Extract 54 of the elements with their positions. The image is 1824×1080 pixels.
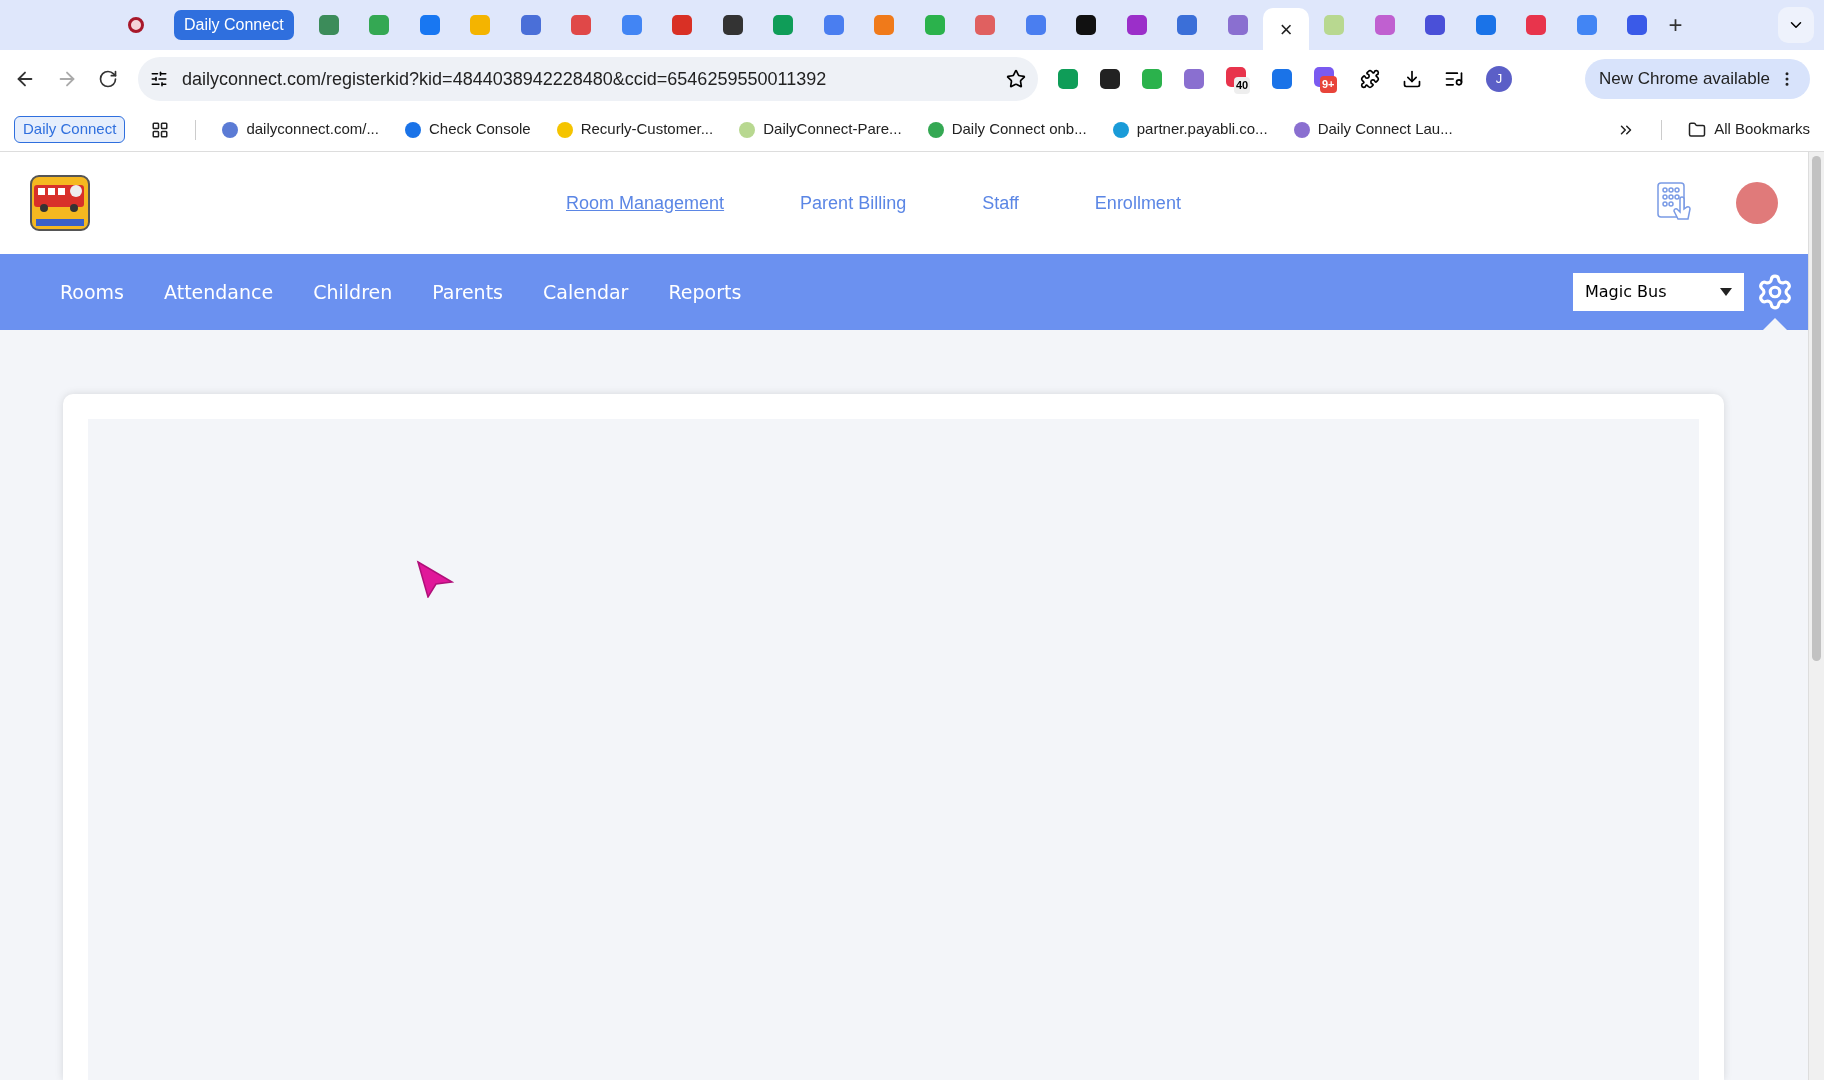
pointer-triangle-icon: [1763, 318, 1787, 330]
scrollbar[interactable]: [1808, 152, 1824, 1080]
bookmark-label: DailyConnect-Pare...: [763, 119, 902, 140]
recording-icon: [128, 17, 144, 33]
extension-badge: 9+: [1320, 76, 1337, 93]
bookmark-item[interactable]: Daily Connect onb...: [927, 118, 1087, 141]
bookmark-item[interactable]: dailyconnect.com/...: [222, 118, 379, 141]
folder-icon: [1688, 120, 1707, 139]
tab-group-label[interactable]: Daily Connect: [174, 10, 294, 40]
site-settings-icon[interactable]: [150, 70, 168, 88]
extension-icon: [1272, 69, 1292, 89]
bookmark-item[interactable]: Recurly-Customer...: [556, 118, 714, 141]
bookmark-label: dailyconnect.com/...: [246, 119, 379, 140]
extensions-puzzle-icon[interactable]: [1360, 69, 1380, 89]
header-link[interactable]: Room Management: [566, 189, 725, 217]
dropdown-caret-icon: [1720, 288, 1732, 296]
download-icon[interactable]: [1402, 69, 1422, 89]
bookmark-label: Daily Connect Lau...: [1317, 119, 1453, 140]
extension-badge: 40: [1234, 77, 1251, 94]
bookmark-star-icon[interactable]: [1006, 69, 1026, 89]
profile-avatar[interactable]: J: [1486, 66, 1512, 92]
center-select[interactable]: Magic Bus: [1573, 273, 1744, 311]
apps-icon[interactable]: [151, 120, 170, 139]
bookmark-label: Check Console: [428, 119, 531, 140]
extension-icon: [1184, 69, 1204, 89]
update-chrome-button[interactable]: New Chrome available: [1584, 59, 1810, 99]
extension-icon: [1142, 69, 1162, 89]
address-bar[interactable]: dailyconnect.com/registerkid?kid=4844038942228480&ccid=6546259550011392: [138, 57, 1038, 101]
url-text: dailyconnect.com/registerkid?kid=4844038942228480&ccid=6546259550011392: [182, 67, 828, 91]
header-link[interactable]: Parent Billing: [800, 189, 907, 217]
close-tab-button[interactable]: ×: [1279, 12, 1293, 46]
bookmark-label: Recurly-Customer...: [580, 119, 714, 140]
mouse-pointer-icon: [416, 560, 454, 598]
browser-tab[interactable]: ×: [1263, 8, 1310, 50]
all-bookmarks-label: All Bookmarks: [1714, 119, 1810, 140]
bookmark-item[interactable]: DailyConnect-Pare...: [739, 118, 902, 141]
bus-logo-icon: [30, 175, 90, 231]
extension-icon: [1100, 69, 1120, 89]
bookmark-label: Daily Connect onb...: [951, 119, 1087, 140]
media-icon[interactable]: [1444, 69, 1464, 89]
tab-list-button[interactable]: [1778, 7, 1814, 43]
user-avatar[interactable]: [1736, 182, 1778, 224]
bookmark-item[interactable]: Check Console: [404, 118, 531, 141]
bookmark-item[interactable]: Daily Connect Lau...: [1293, 118, 1453, 141]
bookmark-item[interactable]: partner.payabli.co...: [1112, 118, 1268, 141]
bookmark-group-label[interactable]: Daily Connect: [14, 116, 126, 143]
header-link[interactable]: Staff: [982, 189, 1019, 217]
bookmark-label: partner.payabli.co...: [1136, 119, 1268, 140]
header-link[interactable]: Enrollment: [1094, 189, 1181, 217]
settings-icon[interactable]: [1756, 273, 1794, 311]
reload-icon[interactable]: [98, 69, 118, 89]
new-tab-button[interactable]: +: [1668, 7, 1683, 43]
extension-icon: [1058, 69, 1078, 89]
all-bookmarks-button[interactable]: All Bookmarks: [1688, 118, 1810, 141]
